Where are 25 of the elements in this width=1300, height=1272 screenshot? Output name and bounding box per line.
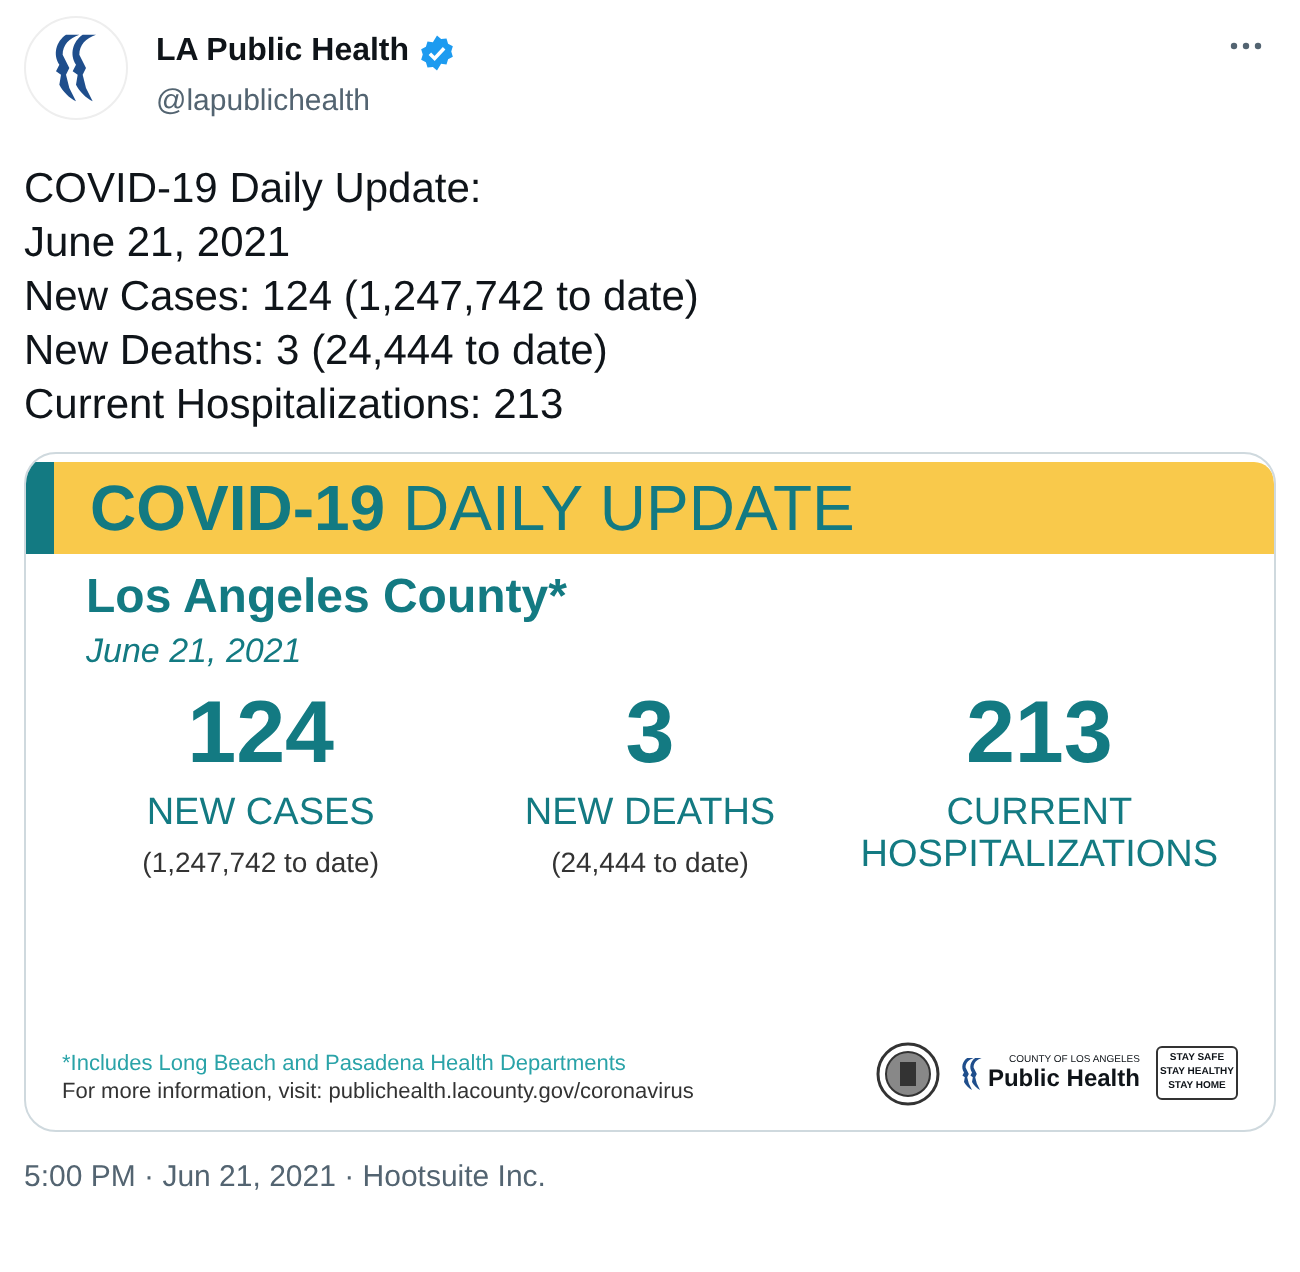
author-handle[interactable]: @lapublichealth (156, 80, 456, 125)
author-name[interactable]: LA Public Health (156, 28, 410, 76)
stat-note: (24,444 to date) (551, 844, 749, 882)
tweet-text-line: COVID-19 Daily Update: (24, 163, 484, 215)
tweet-meta: 5:00 PM · Jun 21, 2021 · Hootsuite Inc. (24, 1157, 548, 1197)
stat-value: 124 (187, 684, 335, 784)
stat-label: CURRENT HOSPITALIZATIONS (858, 792, 1221, 876)
tweet-text-line: Current Hospitalizations: 213 (24, 379, 566, 431)
card-headline: COVID-19 DAILY UPDATE (90, 475, 855, 539)
region-title: Los Angeles County* (86, 569, 569, 625)
county-seal-icon (875, 1041, 940, 1105)
footnote: *Includes Long Beach and Pasadena Health Departments (62, 1049, 628, 1077)
more-icon[interactable] (1228, 40, 1264, 52)
stat-value: 3 (625, 684, 675, 784)
stat-value: 213 (965, 684, 1113, 784)
stat-label: NEW CASES (144, 792, 377, 834)
tweet-text-line: New Cases: 124 (1,247,742 to date) (24, 271, 701, 323)
more-info-text: For more information, visit: publichealth.lacounty.gov/coronavirus (62, 1077, 694, 1105)
tweet-text-line: New Deaths: 3 (24,444 to date) (24, 325, 610, 377)
logo-name: Public Health (987, 1066, 1140, 1092)
stat-note: (1,247,742 to date) (142, 844, 379, 882)
card-date: June 21, 2021 (86, 629, 304, 673)
tweet-text-line: June 21, 2021 (24, 217, 293, 269)
stat-label: NEW DEATHS (522, 792, 778, 834)
avatar[interactable] (24, 16, 128, 120)
